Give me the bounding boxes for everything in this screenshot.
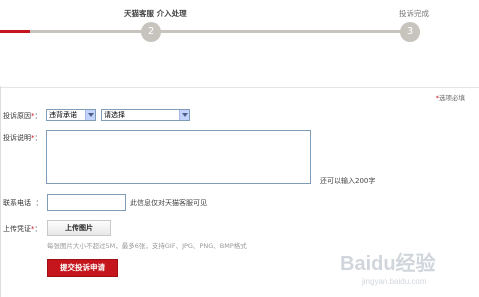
description-textarea[interactable] bbox=[46, 130, 311, 184]
required-star: * bbox=[31, 225, 35, 233]
chevron-down-icon bbox=[179, 110, 189, 120]
form-top-divider bbox=[0, 87, 479, 88]
phone-label-text: 联系电话 bbox=[3, 199, 31, 207]
sub-reason-select-value: 请选择 bbox=[104, 111, 125, 119]
reason-label-text: 投诉原因 bbox=[3, 112, 31, 120]
chevron-down-icon bbox=[85, 110, 95, 120]
upload-hint: 每张图片大小不超过5M，最多6张，支持GIF、JPG、PNG、BMP格式 bbox=[47, 242, 247, 250]
description-char-count: 还可以输入200字 bbox=[320, 177, 376, 185]
progress-steps: 天猫客服 介入处理 2 投诉完成 3 bbox=[0, 0, 479, 56]
upload-label: 上传凭证*： bbox=[3, 225, 42, 233]
upload-image-button[interactable]: 上传图片 bbox=[47, 220, 111, 236]
watermark-url: jingyan.baidu.com bbox=[361, 277, 427, 286]
required-note: *选项必填 bbox=[436, 92, 465, 102]
reason-select[interactable]: 违背承诺 bbox=[46, 109, 96, 121]
reason-select-value: 违背承诺 bbox=[49, 111, 77, 119]
phone-hint: 此信息仅对天猫客服可见 bbox=[130, 199, 207, 207]
sub-reason-select[interactable]: 请选择 bbox=[101, 109, 190, 121]
submit-complaint-button[interactable]: 提交投诉申请 bbox=[47, 259, 118, 277]
baidu-jingyan-watermark: Baidu经验 jingyan.baidu.com bbox=[340, 251, 436, 286]
required-note-text: 选项必填 bbox=[439, 94, 465, 102]
step-2-label: 天猫客服 介入处理 bbox=[124, 9, 187, 18]
required-star: * bbox=[31, 134, 35, 142]
watermark-text: Baidu经验 bbox=[340, 251, 436, 275]
progress-track-done bbox=[0, 30, 30, 33]
form-left-border bbox=[0, 86, 1, 297]
step-3-label: 投诉完成 bbox=[399, 9, 429, 18]
phone-label: 联系电话 ： bbox=[3, 199, 43, 207]
required-star: * bbox=[31, 112, 35, 120]
step-3-circle: 3 bbox=[400, 22, 420, 42]
phone-input[interactable] bbox=[47, 194, 126, 211]
description-label: 投诉说明*： bbox=[3, 134, 42, 142]
progress-track bbox=[0, 30, 415, 33]
description-label-text: 投诉说明 bbox=[3, 134, 31, 142]
upload-label-text: 上传凭证 bbox=[3, 225, 31, 233]
reason-label: 投诉原因*： bbox=[3, 112, 42, 120]
step-2-circle: 2 bbox=[141, 22, 161, 42]
